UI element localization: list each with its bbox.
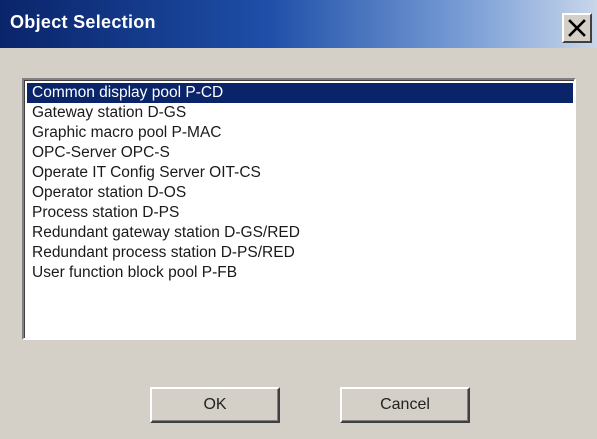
ok-button[interactable]: OK (150, 387, 280, 423)
list-item[interactable]: OPC-Server OPC-S (27, 143, 573, 163)
close-x-icon (567, 18, 587, 38)
list-item[interactable]: Operate IT Config Server OIT-CS (27, 163, 573, 183)
list-item[interactable]: Graphic macro pool P-MAC (27, 123, 573, 143)
list-item[interactable]: Gateway station D-GS (27, 103, 573, 123)
list-item[interactable]: Operator station D-OS (27, 183, 573, 203)
title-bar[interactable]: Object Selection (0, 0, 597, 48)
list-item[interactable]: Redundant gateway station D-GS/RED (27, 223, 573, 243)
list-item[interactable]: User function block pool P-FB (27, 263, 573, 283)
cancel-button[interactable]: Cancel (340, 387, 470, 423)
close-button[interactable] (562, 13, 592, 43)
dialog-title: Object Selection (10, 12, 156, 32)
object-list[interactable]: Common display pool P-CD Gateway station… (22, 78, 576, 340)
list-item[interactable]: Common display pool P-CD (27, 83, 573, 103)
object-selection-dialog: Object Selection Common display pool P-C… (0, 0, 597, 439)
list-item[interactable]: Redundant process station D-PS/RED (27, 243, 573, 263)
list-item[interactable]: Process station D-PS (27, 203, 573, 223)
